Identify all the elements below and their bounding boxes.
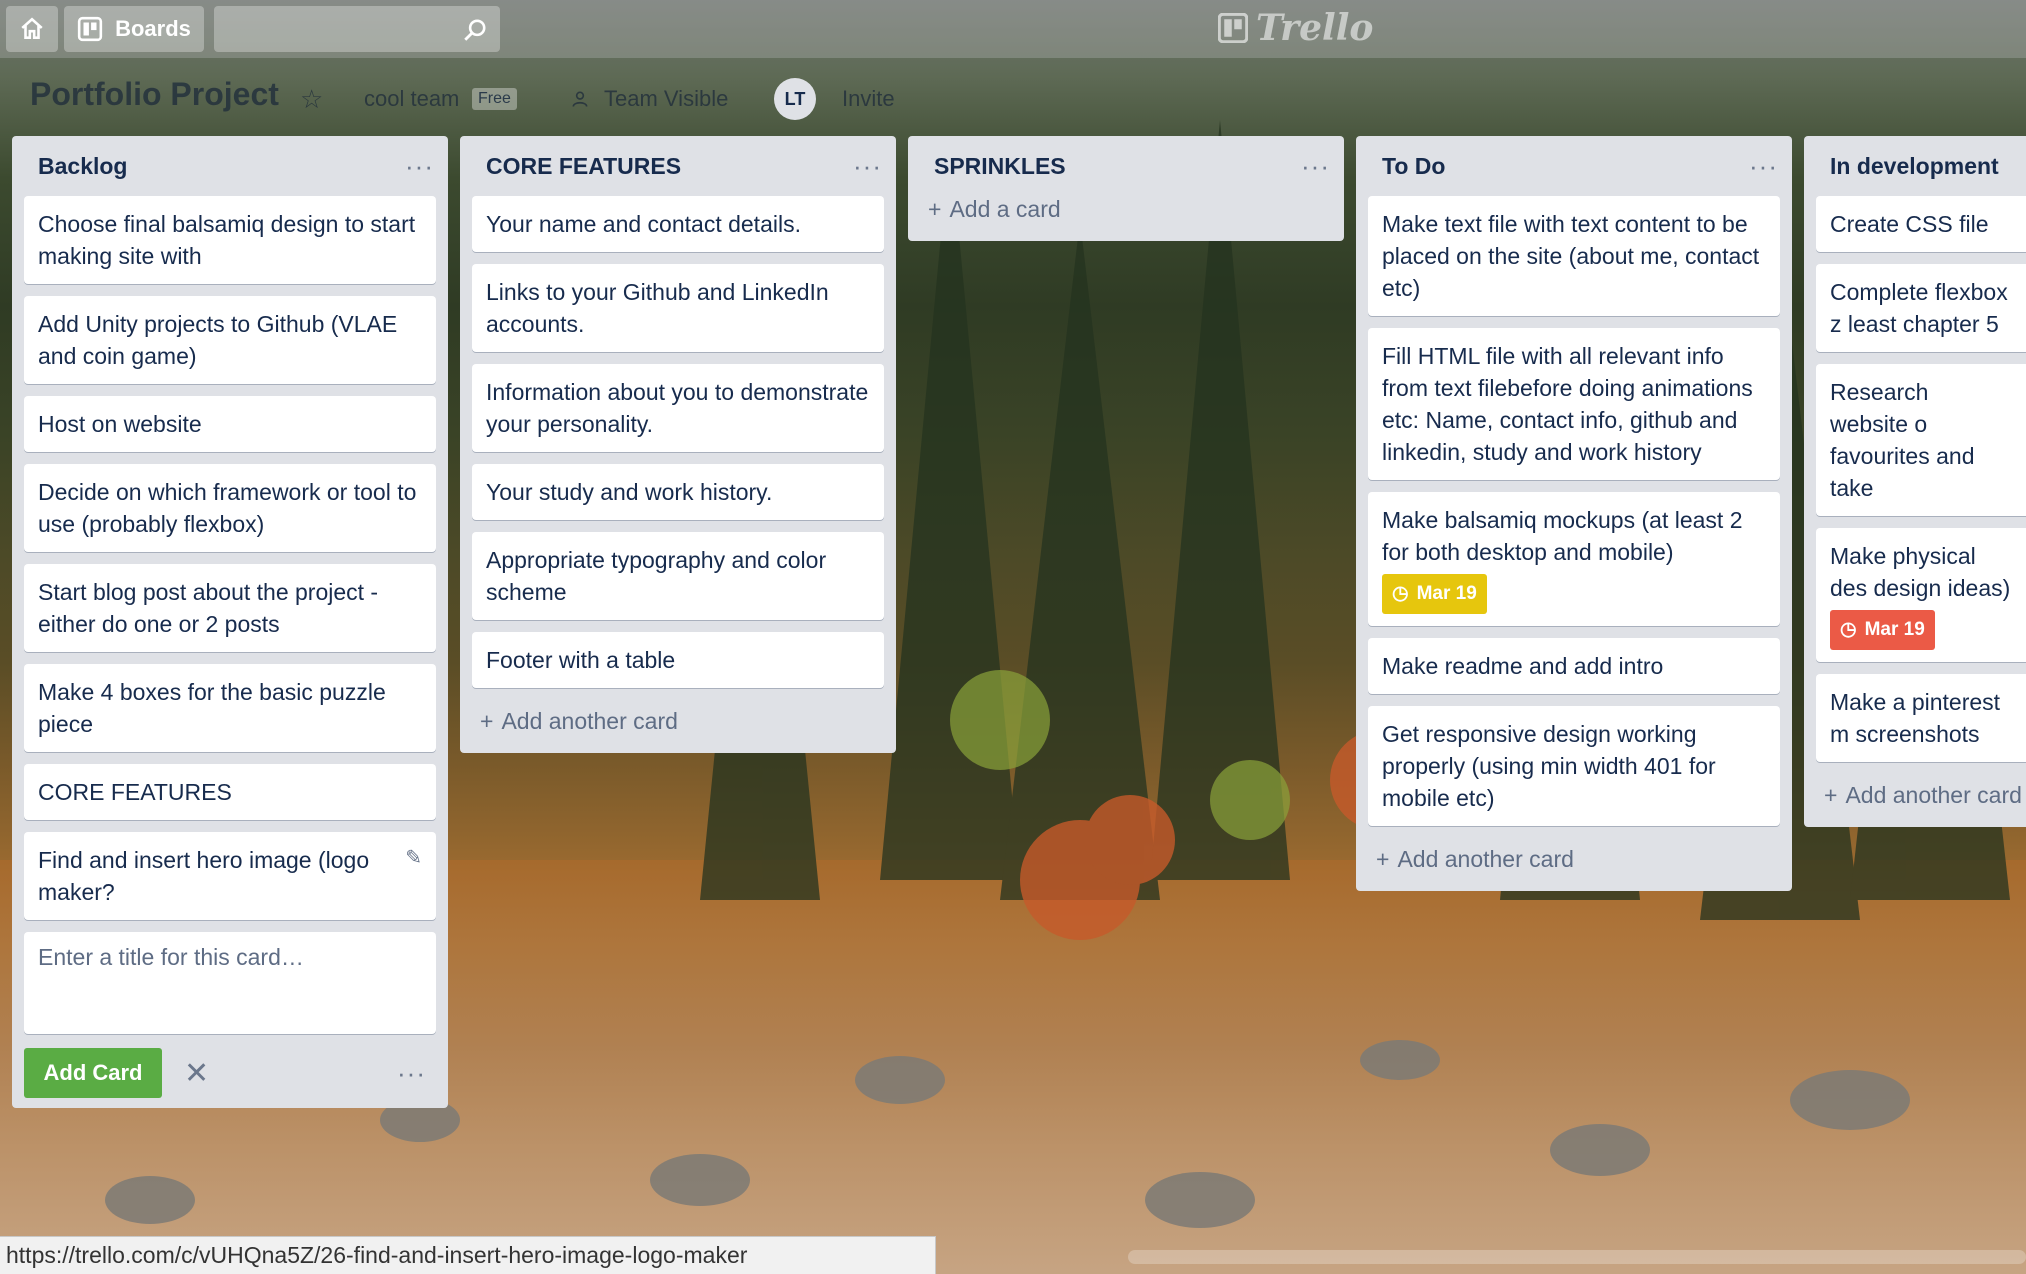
card-hovered[interactable]: Find and insert hero image (logo maker? …: [24, 832, 436, 920]
home-icon: [21, 17, 43, 39]
search-input[interactable]: [214, 6, 500, 52]
add-another-card-button[interactable]: + Add another card: [1368, 838, 1780, 881]
card[interactable]: Start blog post about the project - eith…: [24, 564, 436, 652]
card-title: Find and insert hero image (logo maker?: [38, 847, 370, 905]
plus-icon: +: [1376, 846, 1390, 872]
add-another-card-button[interactable]: + Add another card: [1816, 774, 2026, 817]
add-card-label: Add another card: [1397, 846, 1574, 872]
boards-icon: [77, 16, 103, 42]
list-title[interactable]: Backlog: [38, 153, 127, 180]
trello-logo[interactable]: Trello: [1218, 7, 1374, 49]
card[interactable]: Make balsamiq mockups (at least 2 for bo…: [1368, 492, 1780, 626]
board-header: Portfolio Project ☆ cool team Free Team …: [0, 66, 2026, 130]
card[interactable]: Decide on which framework or tool to use…: [24, 464, 436, 552]
card[interactable]: Make readme and add intro: [1368, 638, 1780, 694]
plus-icon: +: [928, 196, 942, 222]
plus-icon: +: [480, 708, 494, 734]
due-date-label: Mar 19: [1416, 583, 1477, 604]
visibility-label: Team Visible: [604, 86, 729, 111]
card[interactable]: Create CSS file: [1816, 196, 2026, 252]
list-title[interactable]: SPRINKLES: [934, 153, 1066, 180]
card[interactable]: Add Unity projects to Github (VLAE and c…: [24, 296, 436, 384]
browser-status-url: https://trello.com/c/vUHQna5Z/26-find-an…: [0, 1236, 936, 1274]
search-icon[interactable]: [462, 17, 488, 43]
list-menu-icon[interactable]: ···: [1749, 151, 1778, 182]
star-icon[interactable]: ☆: [300, 84, 323, 115]
list-in-development: In development Create CSS file Complete …: [1804, 136, 2026, 827]
add-card-label: Add another card: [1845, 782, 2022, 808]
card[interactable]: Links to your Github and LinkedIn accoun…: [472, 264, 884, 352]
add-another-card-button[interactable]: + Add another card: [472, 700, 884, 743]
card[interactable]: Make text file with text content to be p…: [1368, 196, 1780, 316]
trello-logo-icon: [1218, 13, 1248, 43]
composer-options-icon[interactable]: ···: [397, 1058, 426, 1089]
member-avatar[interactable]: LT: [774, 78, 816, 120]
overdue-badge: ◷ Mar 19: [1830, 610, 1935, 650]
card[interactable]: Make a pinterest m screenshots: [1816, 674, 2026, 762]
list-header: Backlog ···: [24, 136, 436, 196]
card-title: Make physical des design ideas): [1830, 543, 2011, 601]
list-header: SPRINKLES ···: [920, 136, 1332, 196]
add-card-label: Add another card: [501, 708, 678, 734]
list-menu-icon[interactable]: ···: [1301, 151, 1330, 182]
clock-icon: ◷: [1392, 583, 1409, 604]
list-sprinkles: SPRINKLES ··· + Add a card: [908, 136, 1344, 241]
due-date-badge: ◷ Mar 19: [1382, 574, 1487, 614]
boards-button[interactable]: Boards: [64, 6, 204, 52]
list-core-features: CORE FEATURES ··· Your name and contact …: [460, 136, 896, 753]
board-title[interactable]: Portfolio Project: [30, 76, 279, 113]
card[interactable]: Complete flexbox z least chapter 5: [1816, 264, 2026, 352]
card[interactable]: Footer with a table: [472, 632, 884, 688]
list-header: CORE FEATURES ···: [472, 136, 884, 196]
add-card-label: Add a card: [949, 196, 1061, 222]
team-visible-icon: [572, 91, 588, 107]
boards-label: Boards: [115, 16, 191, 41]
pencil-icon[interactable]: ✎: [405, 842, 422, 874]
new-card-composer: [24, 932, 436, 1034]
close-icon[interactable]: ✕: [184, 1056, 209, 1091]
list-menu-icon[interactable]: ···: [405, 151, 434, 182]
new-card-title-input[interactable]: [38, 944, 422, 1014]
invite-button[interactable]: Invite: [842, 86, 895, 112]
card[interactable]: Your name and contact details.: [472, 196, 884, 252]
due-date-label: Mar 19: [1864, 619, 1925, 640]
plus-icon: +: [1824, 782, 1838, 808]
list-backlog: Backlog ··· Choose final balsamiq design…: [12, 136, 448, 1108]
card[interactable]: Get responsive design working properly (…: [1368, 706, 1780, 826]
card[interactable]: Appropriate typography and color scheme: [472, 532, 884, 620]
team-visible-button[interactable]: Team Visible: [570, 86, 728, 112]
card-title: Make balsamiq mockups (at least 2 for bo…: [1382, 507, 1743, 565]
card[interactable]: Choose final balsamiq design to start ma…: [24, 196, 436, 284]
list-header: In development: [1816, 136, 2026, 196]
logo-text: Trello: [1256, 7, 1374, 49]
card[interactable]: Information about you to demonstrate you…: [472, 364, 884, 452]
add-card-button[interactable]: + Add a card: [920, 196, 1332, 231]
horizontal-scrollbar[interactable]: [1128, 1250, 2026, 1264]
card[interactable]: Fill HTML file with all relevant info fr…: [1368, 328, 1780, 480]
plan-badge: Free: [472, 88, 517, 110]
list-title[interactable]: In development: [1830, 153, 1999, 180]
composer-actions: Add Card ✕ ···: [24, 1048, 436, 1098]
list-title[interactable]: To Do: [1382, 153, 1445, 180]
card[interactable]: CORE FEATURES: [24, 764, 436, 820]
card[interactable]: Research website o favourites and take: [1816, 364, 2026, 516]
clock-icon: ◷: [1840, 619, 1857, 640]
top-navigation-bar: Boards Trello: [0, 0, 2026, 58]
list-title[interactable]: CORE FEATURES: [486, 153, 681, 180]
team-name[interactable]: cool team: [364, 86, 459, 112]
card[interactable]: Your study and work history.: [472, 464, 884, 520]
add-card-button[interactable]: Add Card: [24, 1048, 162, 1098]
card[interactable]: Make 4 boxes for the basic puzzle piece: [24, 664, 436, 752]
list-header: To Do ···: [1368, 136, 1780, 196]
list-to-do: To Do ··· Make text file with text conte…: [1356, 136, 1792, 891]
card[interactable]: Make physical des design ideas) ◷ Mar 19: [1816, 528, 2026, 662]
card[interactable]: Host on website: [24, 396, 436, 452]
home-button[interactable]: [6, 6, 58, 52]
list-menu-icon[interactable]: ···: [853, 151, 882, 182]
